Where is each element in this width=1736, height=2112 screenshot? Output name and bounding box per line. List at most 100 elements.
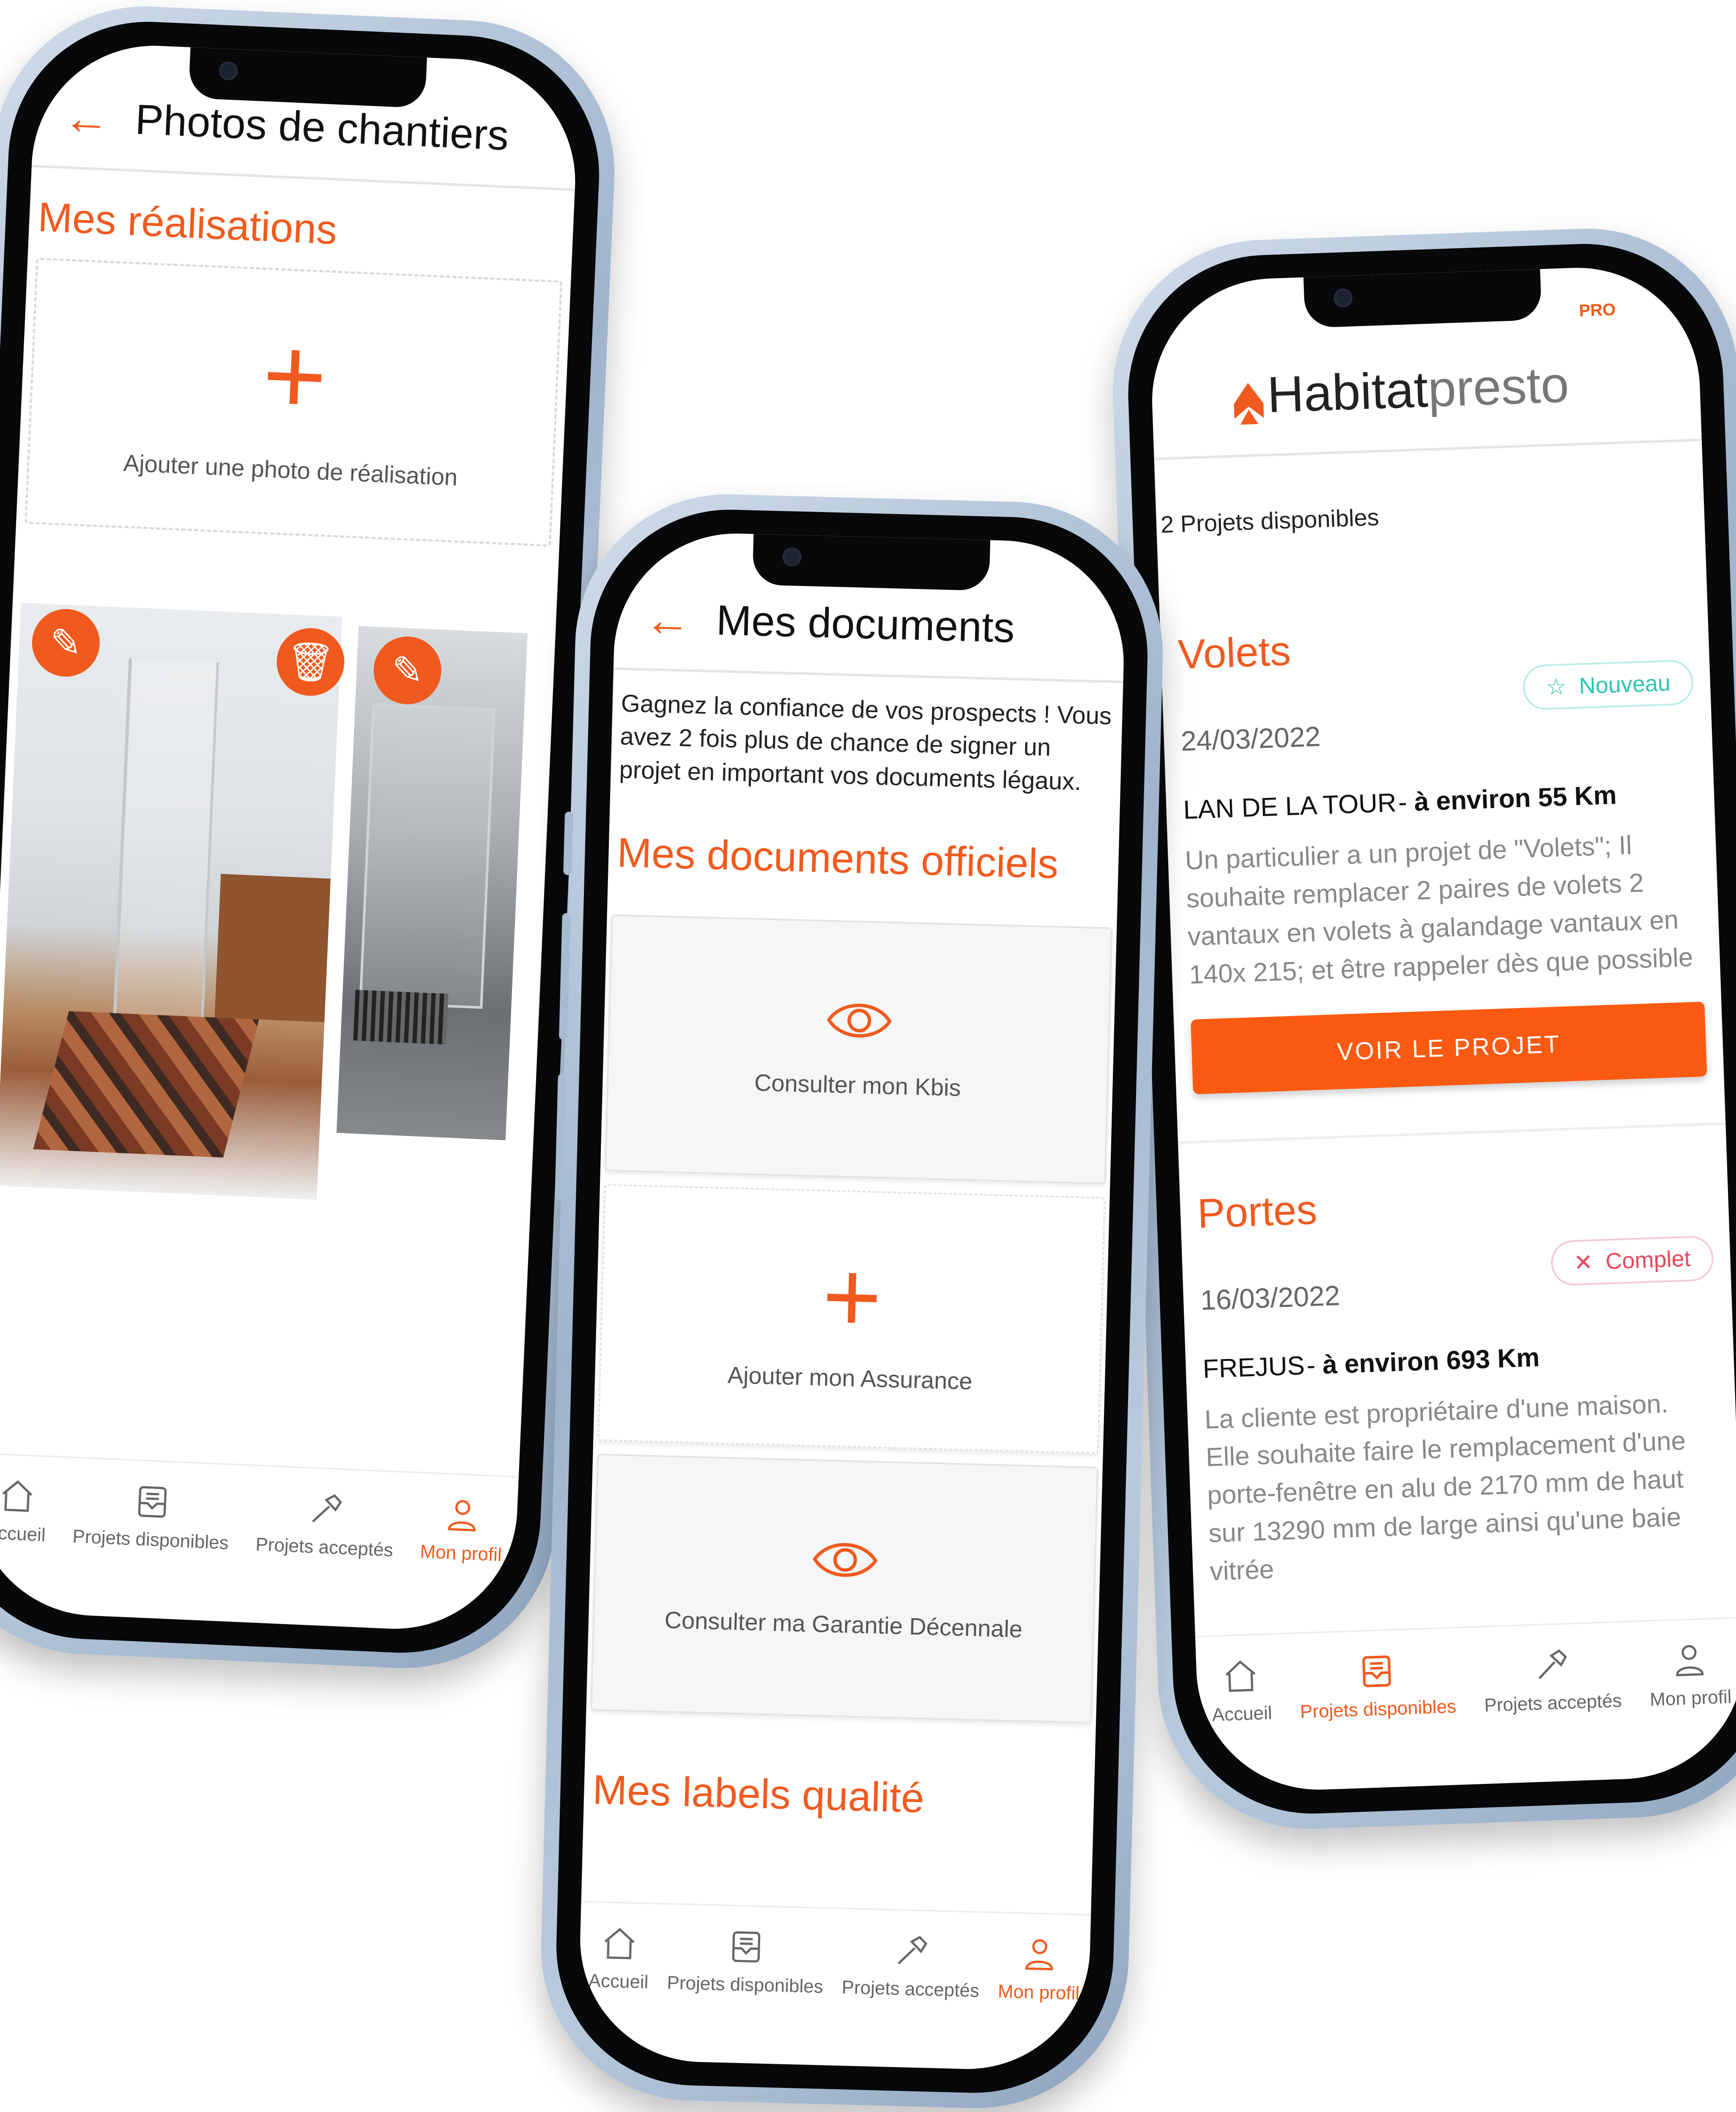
project-category: Portes: [1197, 1186, 1318, 1237]
hammer-icon: [1539, 1649, 1567, 1679]
project-distance: à environ 693 Km: [1322, 1342, 1540, 1380]
project-city: FREJUS: [1202, 1350, 1306, 1384]
notch: [1303, 269, 1542, 328]
tab-mon-profil[interactable]: Mon profil: [419, 1495, 504, 1566]
tab-label: Mon profil: [1649, 1686, 1732, 1710]
tab-label: Projets acceptés: [1484, 1690, 1622, 1716]
project-description: La cliente est propriétaire d'une maison…: [1204, 1389, 1687, 1586]
screen: ← Photos de chantiers Mes réalisations +…: [0, 40, 580, 1634]
tab-label: Mon profil: [997, 1981, 1080, 2004]
logo-text-dark: Habitat: [1266, 361, 1429, 424]
photo-shower-glass: [112, 658, 219, 1043]
logo-arrow-icon: [1234, 383, 1264, 425]
tab-accueil[interactable]: Accueil: [0, 1476, 48, 1546]
add-photo-button[interactable]: + Ajouter une photo de réalisation: [25, 257, 563, 547]
tab-mon-profil[interactable]: Mon profil: [1648, 1640, 1732, 1711]
tab-label: Projets disponibles: [1300, 1696, 1457, 1723]
project-card: Volets ☆ Nouveau 24/03/2022 LAN DE LA TO…: [1157, 519, 1724, 1095]
view-project-button[interactable]: VOIR LE PROJET: [1191, 1001, 1707, 1094]
photo-item[interactable]: [336, 626, 528, 1140]
tab-label: Projets acceptés: [255, 1534, 394, 1561]
tab-label: Accueil: [0, 1522, 46, 1546]
tab-accueil[interactable]: Accueil: [1210, 1656, 1272, 1726]
tab-projets-disponibles[interactable]: Projets disponibles: [1298, 1649, 1457, 1723]
tab-label: Projets disponibles: [72, 1526, 229, 1554]
logo-text-light: presto: [1427, 356, 1570, 418]
bottom-tab-bar: Accueil Projets disponibles Projets acce…: [1195, 1616, 1736, 1748]
user-icon: [1676, 1645, 1704, 1676]
status-badge: ✕ Complet: [1550, 1235, 1714, 1286]
project-city: LAN DE LA TOUR: [1183, 788, 1397, 825]
side-button: [563, 811, 574, 875]
tab-projets-disponibles[interactable]: Projets disponibles: [72, 1479, 231, 1554]
hammer-icon: [312, 1494, 342, 1523]
add-photo-label: Ajouter une photo de réalisation: [123, 449, 458, 490]
bottom-tab-bar: Accueil Projets disponibles Projets acce…: [0, 1452, 519, 1588]
document-label: Consulter mon Kbis: [754, 1069, 961, 1101]
hammer-icon: [898, 1936, 928, 1964]
home-icon: [1225, 1660, 1256, 1692]
user-icon: [448, 1500, 476, 1531]
photo-rug: [33, 1011, 259, 1158]
phone-mes-documents: ← Mes documents Gagnez la confiance de v…: [537, 490, 1167, 2112]
page-title: Photos de chantiers: [134, 96, 510, 159]
eye-icon: [813, 1543, 878, 1577]
tab-projets-disponibles[interactable]: Projets disponibles: [667, 1926, 824, 1998]
bezel: ← Photos de chantiers Mes réalisations +…: [0, 16, 605, 1659]
project-description: Un particulier a un projet de "Volets"; …: [1184, 830, 1694, 989]
phone-photos-chantiers: ← Photos de chantiers Mes réalisations +…: [0, 0, 621, 1675]
photo-drain-mat: [353, 989, 449, 1045]
tab-projets-acceptes[interactable]: Projets acceptés: [841, 1931, 980, 2002]
notch: [752, 534, 991, 591]
inbox-icon: [732, 1931, 760, 1963]
intro-text: Gagnez la confiance de vos prospects ! V…: [619, 689, 1112, 795]
photo-shower-cabin: [359, 702, 496, 1009]
separator: -: [1397, 787, 1415, 817]
tab-projets-acceptes[interactable]: Projets acceptés: [1482, 1644, 1622, 1716]
page-title: Mes documents: [715, 596, 1016, 652]
document-label: Ajouter mon Assurance: [727, 1361, 973, 1395]
document-card-assurance[interactable]: + Ajouter mon Assurance: [597, 1183, 1106, 1454]
document-card-garantie[interactable]: Consulter ma Garantie Décennale: [590, 1453, 1098, 1724]
star-icon: ☆: [1545, 674, 1567, 700]
camera: [1333, 288, 1353, 308]
screen: ← Mes documents Gagnez la confiance de v…: [577, 530, 1127, 2072]
user-icon: [1025, 1939, 1053, 1970]
photo-item[interactable]: [0, 603, 342, 1200]
arrow-left-icon[interactable]: ←: [643, 593, 691, 646]
status-badge: ☆ Nouveau: [1522, 659, 1694, 711]
project-card: Portes ✕ Complet 16/03/2022 FREJUS - à e…: [1178, 1125, 1736, 1592]
project-distance: à environ 55 Km: [1413, 780, 1617, 817]
tab-label: Accueil: [1211, 1702, 1273, 1726]
tab-label: Projets disponibles: [667, 1972, 824, 1997]
project-location: FREJUS - à environ 693 Km: [1202, 1336, 1717, 1384]
close-icon: ✕: [1573, 1249, 1594, 1276]
project-date: 24/03/2022: [1180, 720, 1321, 757]
tab-mon-profil[interactable]: Mon profil: [997, 1934, 1081, 2004]
camera: [219, 61, 238, 81]
logo-pro: PRO: [1578, 300, 1616, 320]
camera: [782, 547, 802, 567]
home-icon: [604, 1928, 635, 1959]
plus-icon: +: [821, 1239, 883, 1354]
plus-icon: +: [260, 313, 330, 438]
project-location: LAN DE LA TOUR - à environ 55 Km: [1183, 777, 1698, 825]
badge-label: Complet: [1605, 1246, 1691, 1274]
phone-projets-disponibles: Habitat presto PRO 2 Projets disponibles…: [1108, 223, 1736, 1834]
eye-icon: [827, 1004, 892, 1038]
tab-accueil[interactable]: Accueil: [588, 1924, 650, 1993]
inbox-icon: [1362, 1655, 1391, 1687]
separator: -: [1306, 1350, 1323, 1380]
tab-label: Mon profil: [419, 1541, 502, 1566]
section-title: Mes labels qualité: [592, 1766, 925, 1822]
tab-projets-acceptes[interactable]: Projets acceptés: [255, 1487, 396, 1561]
bezel: ← Mes documents Gagnez la confiance de v…: [553, 506, 1151, 2097]
inbox-icon: [138, 1486, 167, 1518]
badge-label: Nouveau: [1578, 670, 1671, 699]
arrow-left-icon[interactable]: ←: [62, 91, 111, 145]
notch: [188, 47, 427, 109]
photo-vanity: [214, 874, 331, 1022]
document-card-kbis[interactable]: Consulter mon Kbis: [604, 914, 1113, 1185]
tab-label: Projets acceptés: [841, 1977, 980, 2001]
tab-label: Accueil: [588, 1970, 649, 1993]
